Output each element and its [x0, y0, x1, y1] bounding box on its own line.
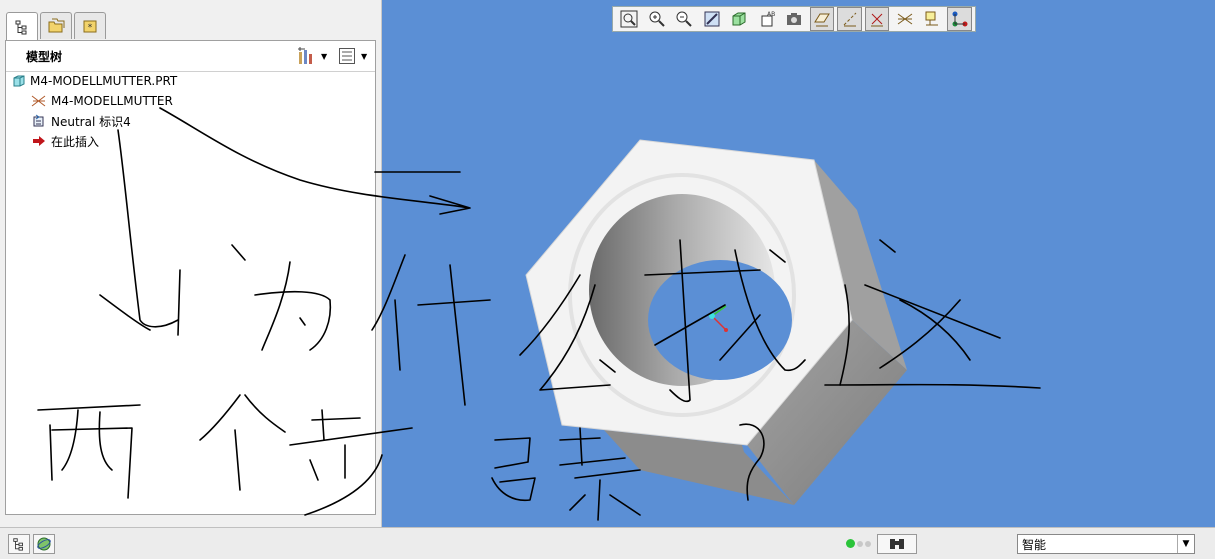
refit-button[interactable]	[617, 7, 642, 31]
model-tree-header: 模型树 ▼ ▼	[6, 41, 375, 72]
status-light-green-icon	[846, 539, 855, 548]
annotation-feature-icon	[33, 114, 44, 127]
navigator-panel: * 模型树 ▼ ▼ M4-MODELLMUTTER.PRT M4-MODELLM…	[0, 0, 382, 527]
hex-nut-model[interactable]	[382, 0, 1215, 527]
tree-columns-icon	[339, 48, 355, 64]
browser-globe-icon	[37, 537, 51, 551]
model-tree-panel: 模型树 ▼ ▼ M4-MODELLMUTTER.PRT M4-MODELLMUT…	[5, 40, 376, 515]
display-style-icon: AB	[761, 11, 775, 27]
datum-axis-toggle[interactable]	[837, 7, 862, 31]
chevron-down-icon[interactable]: ▼	[1177, 535, 1194, 553]
tree-settings-icon	[298, 47, 312, 64]
find-button[interactable]	[877, 534, 917, 554]
saved-view-icon	[732, 12, 746, 26]
annotation-toggle[interactable]	[920, 7, 945, 31]
tree-settings-button[interactable]: ▼	[296, 46, 327, 66]
model-tree-title: 模型树	[26, 49, 63, 64]
chevron-down-icon: ▼	[321, 51, 328, 61]
display-style-button[interactable]: AB	[755, 7, 780, 31]
csys-toggle[interactable]	[892, 7, 917, 31]
selection-filter-select[interactable]: 智能 ▼	[1017, 534, 1195, 554]
tree-item-insert-here[interactable]: 在此插入	[31, 132, 99, 150]
tree-item-label: M4-MODELLMUTTER	[51, 94, 173, 108]
tab-model-tree[interactable]	[6, 12, 38, 41]
datum-point-display-icon	[871, 13, 884, 27]
tree-item-annotation[interactable]: Neutral 标识4	[31, 112, 131, 130]
favorites-tab-icon: *	[83, 20, 97, 33]
nut-hole-through	[648, 260, 792, 380]
spin-center-toggle[interactable]	[947, 7, 972, 31]
coordinate-system-display-icon	[897, 13, 912, 25]
status-light-gray-icon	[857, 540, 863, 547]
tree-item-csys[interactable]: M4-MODELLMUTTER	[31, 92, 173, 110]
spin-center-icon	[952, 11, 968, 27]
tree-item-part[interactable]: M4-MODELLMUTTER.PRT	[12, 72, 177, 90]
saved-view-button[interactable]	[727, 7, 752, 31]
status-light-gray-icon	[865, 540, 871, 547]
binoculars-icon	[890, 539, 904, 549]
svg-text:AB: AB	[767, 11, 775, 18]
datum-plane-toggle[interactable]	[809, 7, 835, 31]
refit-zoom-icon	[620, 10, 638, 28]
view-manager-button[interactable]	[782, 7, 807, 31]
svg-text:*: *	[88, 23, 93, 33]
model-tree-icon	[13, 538, 23, 551]
zoom-in-button[interactable]	[645, 7, 670, 31]
view-manager-icon	[787, 13, 802, 25]
zoom-out-button[interactable]	[672, 7, 697, 31]
chevron-down-icon: ▼	[361, 51, 368, 61]
zoom-out-icon	[676, 11, 693, 27]
coordinate-system-icon	[31, 95, 46, 107]
datum-point-toggle[interactable]	[864, 7, 890, 31]
model-tree-tab-icon	[15, 20, 27, 35]
status-bar: 智能 ▼	[0, 527, 1215, 559]
zoom-in-icon	[649, 11, 665, 27]
datum-axis-display-icon	[843, 12, 856, 27]
repaint-button[interactable]	[700, 7, 725, 31]
tree-item-label: M4-MODELLMUTTER.PRT	[30, 74, 178, 88]
tab-favorites[interactable]: *	[74, 12, 106, 39]
repaint-icon	[704, 11, 720, 27]
toggle-browser-button[interactable]	[33, 534, 55, 554]
folder-browser-tab-icon	[48, 18, 65, 33]
navigator-tabs: *	[6, 12, 108, 41]
tree-show-button[interactable]: ▼	[338, 46, 367, 66]
annotation-display-icon	[925, 11, 939, 26]
datum-plane-display-icon	[814, 13, 830, 27]
tree-item-label: 在此插入	[51, 134, 100, 149]
tab-folder-browser[interactable]	[40, 12, 72, 39]
view-toolbar: AB	[612, 6, 976, 32]
toggle-navigator-button[interactable]	[8, 534, 30, 554]
insert-here-arrow-icon	[33, 136, 45, 146]
tree-item-label: Neutral 标识4	[51, 114, 131, 129]
selection-filter-value: 智能	[1022, 537, 1047, 552]
regen-status-indicator	[846, 539, 871, 548]
part-icon	[13, 75, 25, 87]
graphics-viewport[interactable]: AB	[382, 0, 1215, 527]
